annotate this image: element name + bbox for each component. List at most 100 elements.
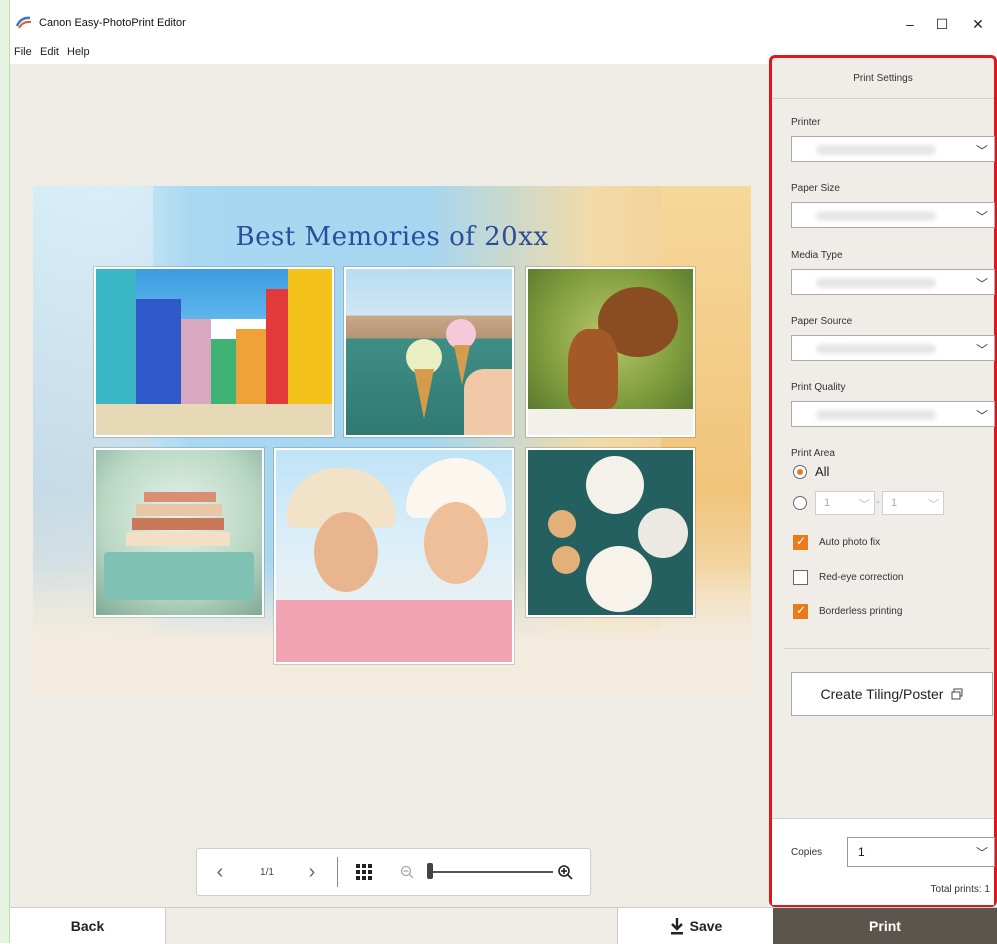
paper-source-value-blurred — [816, 344, 936, 354]
menu-help[interactable]: Help — [67, 46, 90, 58]
auto-photo-fix-label: Auto photo fix — [819, 537, 881, 548]
copies-section: Copies 1 ﹀ Total prints: 1 — [772, 818, 995, 905]
chevron-right-icon: › — [308, 860, 316, 883]
paper-size-label: Paper Size — [791, 183, 840, 194]
zoom-in-button[interactable] — [553, 849, 577, 895]
bottom-action-bar: Back Save Print — [10, 907, 997, 944]
chevron-down-icon: ﹀ — [859, 499, 870, 511]
range-from-value: 1 — [824, 497, 831, 509]
page-indicator: 1/1 — [260, 866, 274, 878]
print-area-all-label: All — [815, 464, 830, 479]
next-page-button[interactable]: › — [297, 849, 327, 895]
zoom-slider-track[interactable] — [433, 871, 553, 873]
printer-label: Printer — [791, 117, 821, 128]
paper-source-select[interactable]: ﹀ — [791, 335, 995, 361]
face-left — [314, 512, 378, 592]
print-button[interactable]: Print — [773, 908, 997, 944]
print-area-range-radio[interactable] — [793, 496, 807, 510]
chevron-down-icon: ﹀ — [975, 343, 988, 357]
back-button-label: Back — [70, 918, 105, 934]
toolbar-divider — [337, 857, 338, 887]
street — [96, 404, 332, 435]
copies-select[interactable]: 1 ﹀ — [847, 837, 995, 867]
panel-divider — [784, 648, 990, 649]
create-tiling-poster-button[interactable]: Create Tiling/Poster — [791, 672, 993, 716]
face-right — [424, 502, 488, 584]
paper-size-value-blurred — [816, 211, 936, 221]
zoom-out-button[interactable] — [395, 849, 419, 895]
title-bar: Canon Easy-PhotoPrint Editor – ☐ ✕ — [10, 8, 997, 40]
range-from-select[interactable]: 1 ﹀ — [815, 491, 875, 515]
photo-squirrel[interactable] — [526, 267, 695, 437]
print-area-label: Print Area — [791, 448, 835, 459]
squirrel-ground — [528, 409, 693, 435]
coffee-cup-1 — [548, 510, 576, 538]
range-to-select[interactable]: 1 ﹀ — [882, 491, 944, 515]
plate-3 — [586, 546, 652, 612]
download-icon — [670, 918, 683, 935]
photo-suitcase-books[interactable] — [94, 448, 264, 617]
menu-bar: File Edit Help — [10, 40, 770, 64]
photo-selfie-friends[interactable] — [274, 448, 514, 664]
back-button[interactable]: Back — [10, 908, 166, 944]
menu-edit[interactable]: Edit — [40, 46, 59, 58]
poster-title[interactable]: Best Memories of 20xx — [33, 222, 751, 252]
page-zoom-toolbar: ‹ 1/1 › — [196, 848, 591, 896]
chevron-left-icon: ‹ — [216, 860, 224, 883]
chevron-down-icon: ﹀ — [975, 144, 988, 158]
print-area-all-radio[interactable] — [793, 465, 807, 479]
zoom-slider-thumb[interactable] — [427, 863, 433, 879]
printer-select[interactable]: ﹀ — [791, 136, 995, 162]
book-4 — [126, 532, 230, 546]
range-separator: - — [876, 496, 880, 508]
chevron-down-icon: ﹀ — [975, 277, 988, 291]
close-icon: ✕ — [972, 15, 984, 32]
left-window-edge — [0, 0, 10, 943]
minimize-icon: – — [906, 16, 914, 32]
copies-label: Copies — [791, 847, 823, 858]
maximize-icon: ☐ — [935, 15, 949, 32]
previous-page-button[interactable]: ‹ — [205, 849, 235, 895]
book-1 — [144, 492, 216, 502]
range-to-value: 1 — [891, 497, 898, 509]
save-button-label: Save — [689, 918, 723, 934]
borderless-printing-label: Borderless printing — [819, 606, 903, 617]
edit-canvas: Best Memories of 20xx — [10, 64, 770, 907]
thumbnail-view-button[interactable] — [349, 849, 379, 895]
copies-value: 1 — [858, 845, 865, 859]
zoom-out-icon — [400, 865, 414, 879]
auto-photo-fix-checkbox[interactable] — [793, 534, 808, 550]
window-title: Canon Easy-PhotoPrint Editor — [39, 17, 186, 29]
print-settings-panel: Print Settings Printer ﹀ Paper Size ﹀ Me… — [769, 55, 997, 907]
plate-2 — [638, 508, 688, 558]
new-window-icon — [951, 688, 963, 700]
print-quality-value-blurred — [816, 410, 936, 420]
close-button[interactable]: ✕ — [963, 12, 993, 36]
printer-value-blurred — [816, 145, 936, 155]
save-button[interactable]: Save — [617, 908, 774, 944]
print-quality-select[interactable]: ﹀ — [791, 401, 995, 427]
minimize-button[interactable]: – — [895, 12, 925, 36]
squirrel-body — [568, 329, 618, 409]
zoom-in-icon — [558, 865, 573, 880]
photo-food-table[interactable] — [526, 448, 695, 617]
plate-1 — [586, 456, 644, 514]
photo-ice-cream-canal[interactable] — [344, 267, 514, 437]
maximize-button[interactable]: ☐ — [927, 12, 957, 36]
suitcase — [104, 552, 254, 600]
create-tiling-poster-label: Create Tiling/Poster — [820, 686, 944, 702]
menu-file[interactable]: File — [14, 46, 32, 58]
app-logo-icon — [16, 16, 32, 29]
photo-colorful-houses[interactable] — [94, 267, 334, 437]
total-prints: Total prints: 1 — [930, 884, 990, 895]
paper-size-select[interactable]: ﹀ — [791, 202, 995, 228]
clothing — [276, 600, 512, 662]
ice-cream-cone-1 — [414, 369, 434, 419]
red-eye-correction-checkbox[interactable] — [793, 570, 808, 585]
chevron-down-icon: ﹀ — [975, 210, 988, 224]
borderless-printing-checkbox[interactable] — [793, 603, 808, 619]
poster-preview[interactable]: Best Memories of 20xx — [33, 186, 751, 693]
media-type-value-blurred — [816, 278, 936, 288]
media-type-select[interactable]: ﹀ — [791, 269, 995, 295]
paper-source-label: Paper Source — [791, 316, 853, 327]
